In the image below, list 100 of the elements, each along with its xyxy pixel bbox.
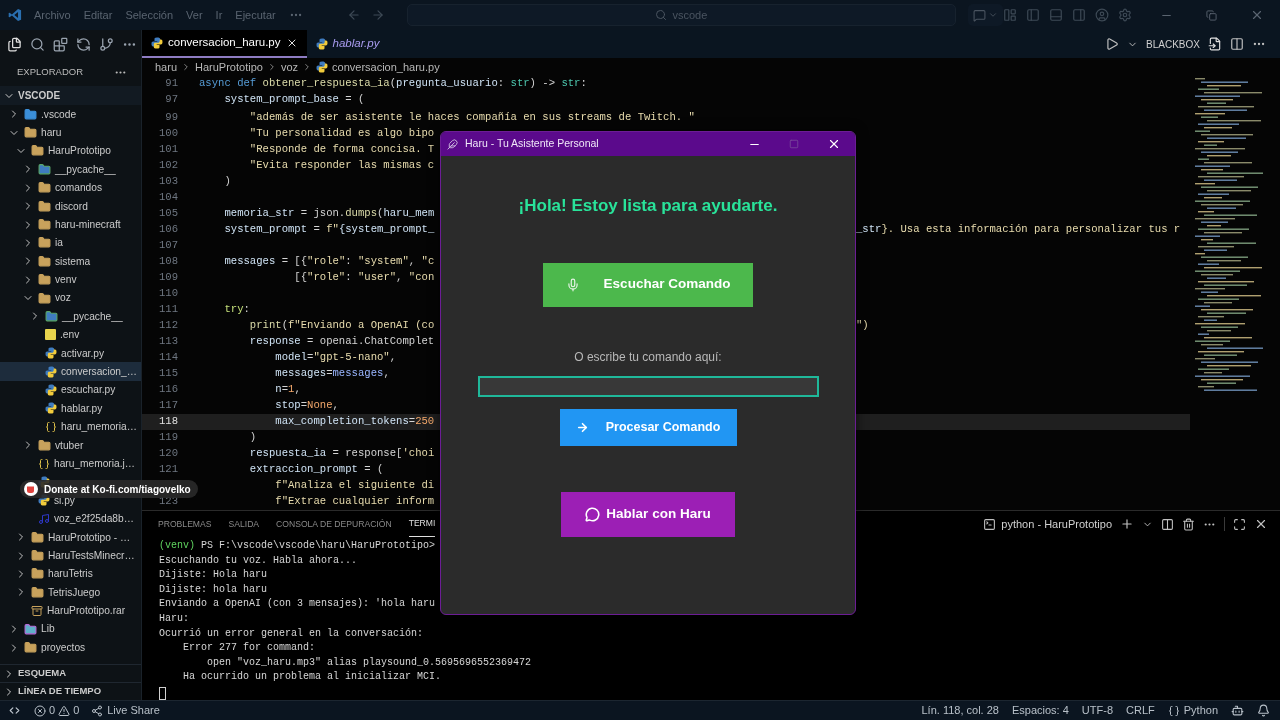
live-share-button[interactable]: Live Share xyxy=(85,702,166,719)
code-line: async def obtener_respuesta_ia(pregunta_usuario: str) -> str: xyxy=(199,76,587,92)
tree-item[interactable]: haru-minecraft xyxy=(0,215,141,234)
code-line: ") xyxy=(856,318,869,334)
tree-item-label: escuchar.py xyxy=(61,383,116,398)
line-number: 120 xyxy=(158,446,178,462)
code-line: "Tu personalidad es algo bipo xyxy=(248,126,435,142)
tree-item[interactable]: sistema xyxy=(0,252,141,271)
panel-tab[interactable]: CONSOLA DE DEPURACIÓN xyxy=(276,511,392,537)
panel-tab[interactable]: PROBLEMAS xyxy=(158,511,212,537)
code-line: f"Extrae cualquier inform xyxy=(274,494,435,510)
line-number: 99 xyxy=(165,110,178,126)
tree-item[interactable]: __pycache__ xyxy=(0,160,141,179)
tree-item[interactable]: haruTetris xyxy=(0,564,141,584)
tree-item-label: activar.py xyxy=(61,346,105,361)
tree-item[interactable]: voz xyxy=(0,288,141,308)
problems-button[interactable]: 0 0 xyxy=(28,702,86,719)
tree-item[interactable]: proyectos xyxy=(0,638,141,657)
breadcrumb-item[interactable]: voz xyxy=(280,58,299,76)
editor-tab[interactable]: hablar.py xyxy=(306,30,389,58)
tree-item-label: HaruPrototipo xyxy=(48,144,111,159)
tree-item-label: discord xyxy=(55,199,88,214)
line-number: 109 xyxy=(158,270,178,286)
tree-item[interactable]: haru xyxy=(0,123,141,142)
tree-item[interactable]: HaruPrototipo xyxy=(0,141,141,161)
line-number: 100 xyxy=(158,126,178,142)
tree-item[interactable]: __pycache__ xyxy=(0,307,141,326)
tree-item[interactable]: HaruPrototipo.rar xyxy=(0,601,141,620)
tree-item[interactable]: haru_memoria… xyxy=(0,417,141,437)
tree-item-label: haruTetris xyxy=(48,567,93,582)
tree-item-label: haru_memoria… xyxy=(61,420,137,435)
tree-item[interactable]: activar.py xyxy=(0,344,141,363)
tree-item-label: HaruPrototipo.rar xyxy=(47,604,126,619)
code-line: messages=messages, xyxy=(274,366,390,382)
window-title: Haru - Tu Asistente Personal xyxy=(465,136,599,152)
talk-button[interactable]: Hablar con Haru xyxy=(561,491,735,537)
panel-tab[interactable]: SALIDA xyxy=(228,511,260,537)
tree-item-label: venv xyxy=(55,273,77,288)
tree-item[interactable]: Lib xyxy=(0,619,141,639)
code-line: response = openai.ChatComplet xyxy=(248,334,435,350)
code-line: max_completion_tokens=250 xyxy=(274,414,435,430)
tree-item[interactable]: comandos xyxy=(0,178,141,197)
code-line: memoria_str = json.dumps(haru_mem xyxy=(223,206,435,222)
tree-item[interactable]: .vscode xyxy=(0,105,141,124)
terminal-name[interactable]: python - HaruPrototipo xyxy=(1001,515,1112,533)
code-line: respuesta_ia = response['choi xyxy=(248,446,435,462)
cursor-position[interactable]: Lín. 118, col. 28 xyxy=(921,702,999,719)
line-number: 118 xyxy=(158,414,178,430)
code-line: ) xyxy=(248,430,257,446)
line-number: 101 xyxy=(158,142,178,158)
line-number: 116 xyxy=(158,382,178,398)
tree-item[interactable]: escuchar.py xyxy=(0,380,141,400)
tree-item[interactable]: TetrisJuego xyxy=(0,583,141,602)
language-mode[interactable]: Python xyxy=(1167,702,1218,719)
line-number: 110 xyxy=(158,286,178,302)
tree-item-label: vtuber xyxy=(55,438,84,453)
tree-item[interactable]: HaruTestsMinecr… xyxy=(0,546,141,565)
line-number: 108 xyxy=(158,254,178,270)
code-line: try: xyxy=(223,302,250,318)
line-ending[interactable]: CRLF xyxy=(1126,702,1155,719)
code-line: "además de ser asistente le haces compañía en sus streams de Twitch. " xyxy=(248,110,695,126)
terminal-line: Ocurrió un error general en la conversación: xyxy=(159,626,424,641)
terminal-line: Haru: xyxy=(159,611,189,626)
tree-item[interactable]: ia xyxy=(0,233,141,253)
code-line: "Evita responder las mismas c xyxy=(248,158,435,174)
line-number: 114 xyxy=(158,350,178,366)
breadcrumb-item[interactable]: haru xyxy=(155,58,178,76)
code-line: system_prompt_base = ( xyxy=(223,92,365,108)
tree-item[interactable]: conversacion_… xyxy=(0,362,141,381)
line-number: 121 xyxy=(158,462,178,478)
line-number: 117 xyxy=(158,398,178,414)
line-number: 106 xyxy=(158,222,178,238)
line-number: 115 xyxy=(158,366,178,382)
section-header[interactable]: ESQUEMA xyxy=(0,664,141,682)
tree-item-label: haru-minecraft xyxy=(55,217,121,232)
panel-tab[interactable]: TERMI xyxy=(408,511,436,537)
tree-item[interactable]: voz_e2f25da8b… xyxy=(0,509,141,528)
tree-item[interactable]: discord xyxy=(0,196,141,216)
breadcrumb-item[interactable]: HaruPrototipo xyxy=(195,58,263,76)
indentation[interactable]: Espacios: 4 xyxy=(1011,702,1069,719)
tree-item[interactable]: haru_memoria.j… xyxy=(0,454,141,473)
root-folder-header[interactable]: VSCODE xyxy=(0,86,141,105)
terminal-line: Dijiste: hola haru xyxy=(159,582,268,597)
editor-tab[interactable]: conversacion_haru.py xyxy=(142,30,307,58)
line-number: 111 xyxy=(158,302,178,318)
toolbar-label[interactable]: BLACKBOX xyxy=(1146,36,1200,52)
breadcrumb-item[interactable]: conversacion_haru.py xyxy=(332,58,440,76)
line-number: 119 xyxy=(158,430,178,446)
tree-item[interactable]: HaruPrototipo - … xyxy=(0,528,141,547)
encoding[interactable]: UTF-8 xyxy=(1081,702,1113,719)
tree-item[interactable]: venv xyxy=(0,270,141,289)
tree-item-label: comandos xyxy=(55,181,102,196)
tree-item[interactable]: vtuber xyxy=(0,436,141,455)
donate-toast[interactable]: Donate at Ko-fi.com/tiagovelko xyxy=(20,480,198,498)
tree-item-label: __pycache__ xyxy=(55,162,116,177)
line-number: 112 xyxy=(158,318,178,334)
tree-item[interactable]: hablar.py xyxy=(0,399,141,418)
tree-item-label: conversacion_… xyxy=(61,365,137,379)
tree-item[interactable]: .env xyxy=(0,325,141,345)
tree-item-label: HaruPrototipo - … xyxy=(48,530,131,545)
